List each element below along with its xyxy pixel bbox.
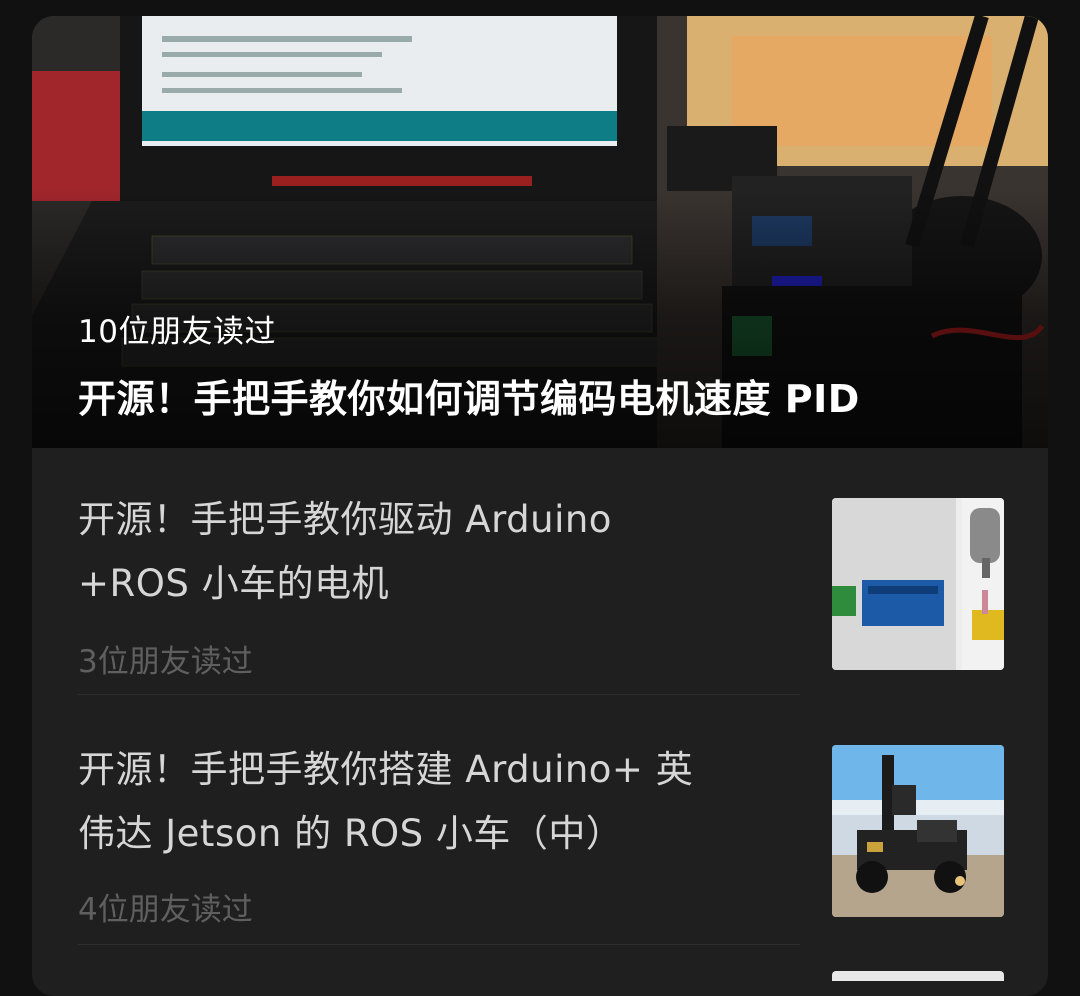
article-readers-count: 3位朋友读过 [78, 644, 253, 680]
article-readers-count: 4位朋友读过 [78, 892, 253, 928]
article-title[interactable]: 开源！手把手教你驱动 Arduino +ROS 小车的电机 [78, 488, 778, 616]
list-item[interactable]: 开源！手把手教你驱动 Arduino +ROS 小车的电机 3位朋友读过 [78, 488, 1008, 688]
featured-article-title[interactable]: 开源！手把手教你如何调节编码电机速度 PID [78, 368, 860, 423]
featured-article[interactable]: 10位朋友读过 开源！手把手教你如何调节编码电机速度 PID [32, 16, 1048, 448]
list-divider [78, 694, 800, 695]
article-card: 10位朋友读过 开源！手把手教你如何调节编码电机速度 PID 开源！手把手教你驱… [32, 16, 1048, 996]
next-article-thumbnail[interactable] [832, 971, 1004, 981]
featured-readers-count: 10位朋友读过 [78, 314, 276, 350]
article-thumbnail[interactable] [832, 498, 1004, 670]
article-thumbnail[interactable] [832, 745, 1004, 917]
article-title-line: 开源！手把手教你搭建 Arduino+ 英 [78, 748, 694, 791]
article-title-line: +ROS 小车的电机 [78, 562, 390, 605]
list-item[interactable]: 开源！手把手教你搭建 Arduino+ 英 伟达 Jetson 的 ROS 小车… [78, 738, 1008, 938]
list-divider [78, 944, 800, 945]
article-title-line: 伟达 Jetson 的 ROS 小车（中） [78, 812, 624, 855]
article-title-line: 开源！手把手教你驱动 Arduino [78, 498, 612, 541]
article-title[interactable]: 开源！手把手教你搭建 Arduino+ 英 伟达 Jetson 的 ROS 小车… [78, 738, 778, 866]
